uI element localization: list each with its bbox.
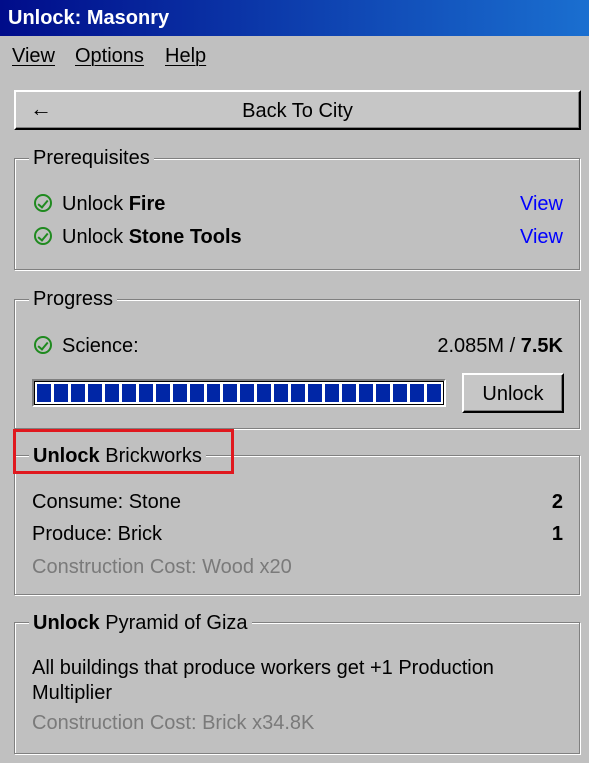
progress-segment bbox=[37, 384, 51, 402]
prerequisite-stone-tools: Unlock Stone Tools bbox=[34, 226, 242, 249]
progress-segment bbox=[240, 384, 255, 402]
progress-segment bbox=[342, 384, 357, 402]
brickworks-cost: Construction Cost: Wood x20 bbox=[32, 556, 292, 578]
produce-value: 1 bbox=[551, 523, 563, 545]
produce-label: Produce: Brick bbox=[32, 523, 163, 545]
progress-segment bbox=[206, 384, 221, 402]
window-title: Unlock: Masonry bbox=[0, 0, 589, 36]
back-button-label: Back To City bbox=[242, 100, 353, 122]
view-fire-link[interactable]: View bbox=[520, 193, 563, 216]
pyramid-description-line1: All buildings that produce workers get +… bbox=[32, 657, 494, 679]
progress-segment bbox=[87, 384, 102, 402]
progress-segment bbox=[172, 384, 187, 402]
view-stone-tools-link[interactable]: View bbox=[520, 226, 563, 249]
prerequisites-title: Prerequisites bbox=[29, 146, 154, 170]
progress-segment bbox=[291, 384, 306, 402]
science-label: Science: bbox=[34, 335, 139, 358]
progress-segment bbox=[359, 384, 374, 402]
progress-segment bbox=[308, 384, 323, 402]
progress-segment bbox=[189, 384, 204, 402]
science-progress-bar bbox=[32, 379, 446, 407]
progress-segment bbox=[257, 384, 272, 402]
progress-segment bbox=[155, 384, 170, 402]
progress-segment bbox=[121, 384, 136, 402]
check-circle-icon bbox=[34, 194, 52, 212]
prerequisite-fire: Unlock Fire bbox=[34, 193, 165, 216]
unlock-button[interactable]: Unlock bbox=[462, 373, 564, 413]
progress-title: Progress bbox=[29, 287, 118, 311]
pyramid-description-line2: Multiplier bbox=[32, 682, 113, 704]
menu-help[interactable]: Help bbox=[165, 45, 206, 68]
consume-label: Consume: Stone bbox=[32, 491, 181, 513]
menu-bar: View Options Help bbox=[0, 36, 589, 76]
highlight-box bbox=[13, 429, 234, 474]
progress-segment bbox=[138, 384, 153, 402]
progress-segment bbox=[325, 384, 340, 402]
menu-options[interactable]: Options bbox=[75, 45, 144, 68]
check-circle-icon bbox=[34, 336, 52, 354]
progress-segment bbox=[104, 384, 119, 402]
menu-view[interactable]: View bbox=[12, 45, 55, 68]
progress-segment bbox=[53, 384, 68, 402]
progress-segment bbox=[409, 384, 424, 402]
pyramid-title: Unlock Pyramid of Giza bbox=[29, 611, 252, 635]
pyramid-cost: Construction Cost: Brick x34.8K bbox=[32, 712, 315, 734]
progress-segment bbox=[274, 384, 289, 402]
check-circle-icon bbox=[34, 227, 52, 245]
consume-value: 2 bbox=[551, 491, 563, 513]
science-value: 2.085M / 7.5K bbox=[437, 335, 563, 357]
progress-segment bbox=[393, 384, 407, 402]
back-to-city-button[interactable]: ← Back To City bbox=[14, 90, 581, 130]
progress-segment bbox=[426, 384, 441, 402]
progress-segment bbox=[223, 384, 238, 402]
progress-segment bbox=[376, 384, 391, 402]
progress-segment bbox=[70, 384, 85, 402]
